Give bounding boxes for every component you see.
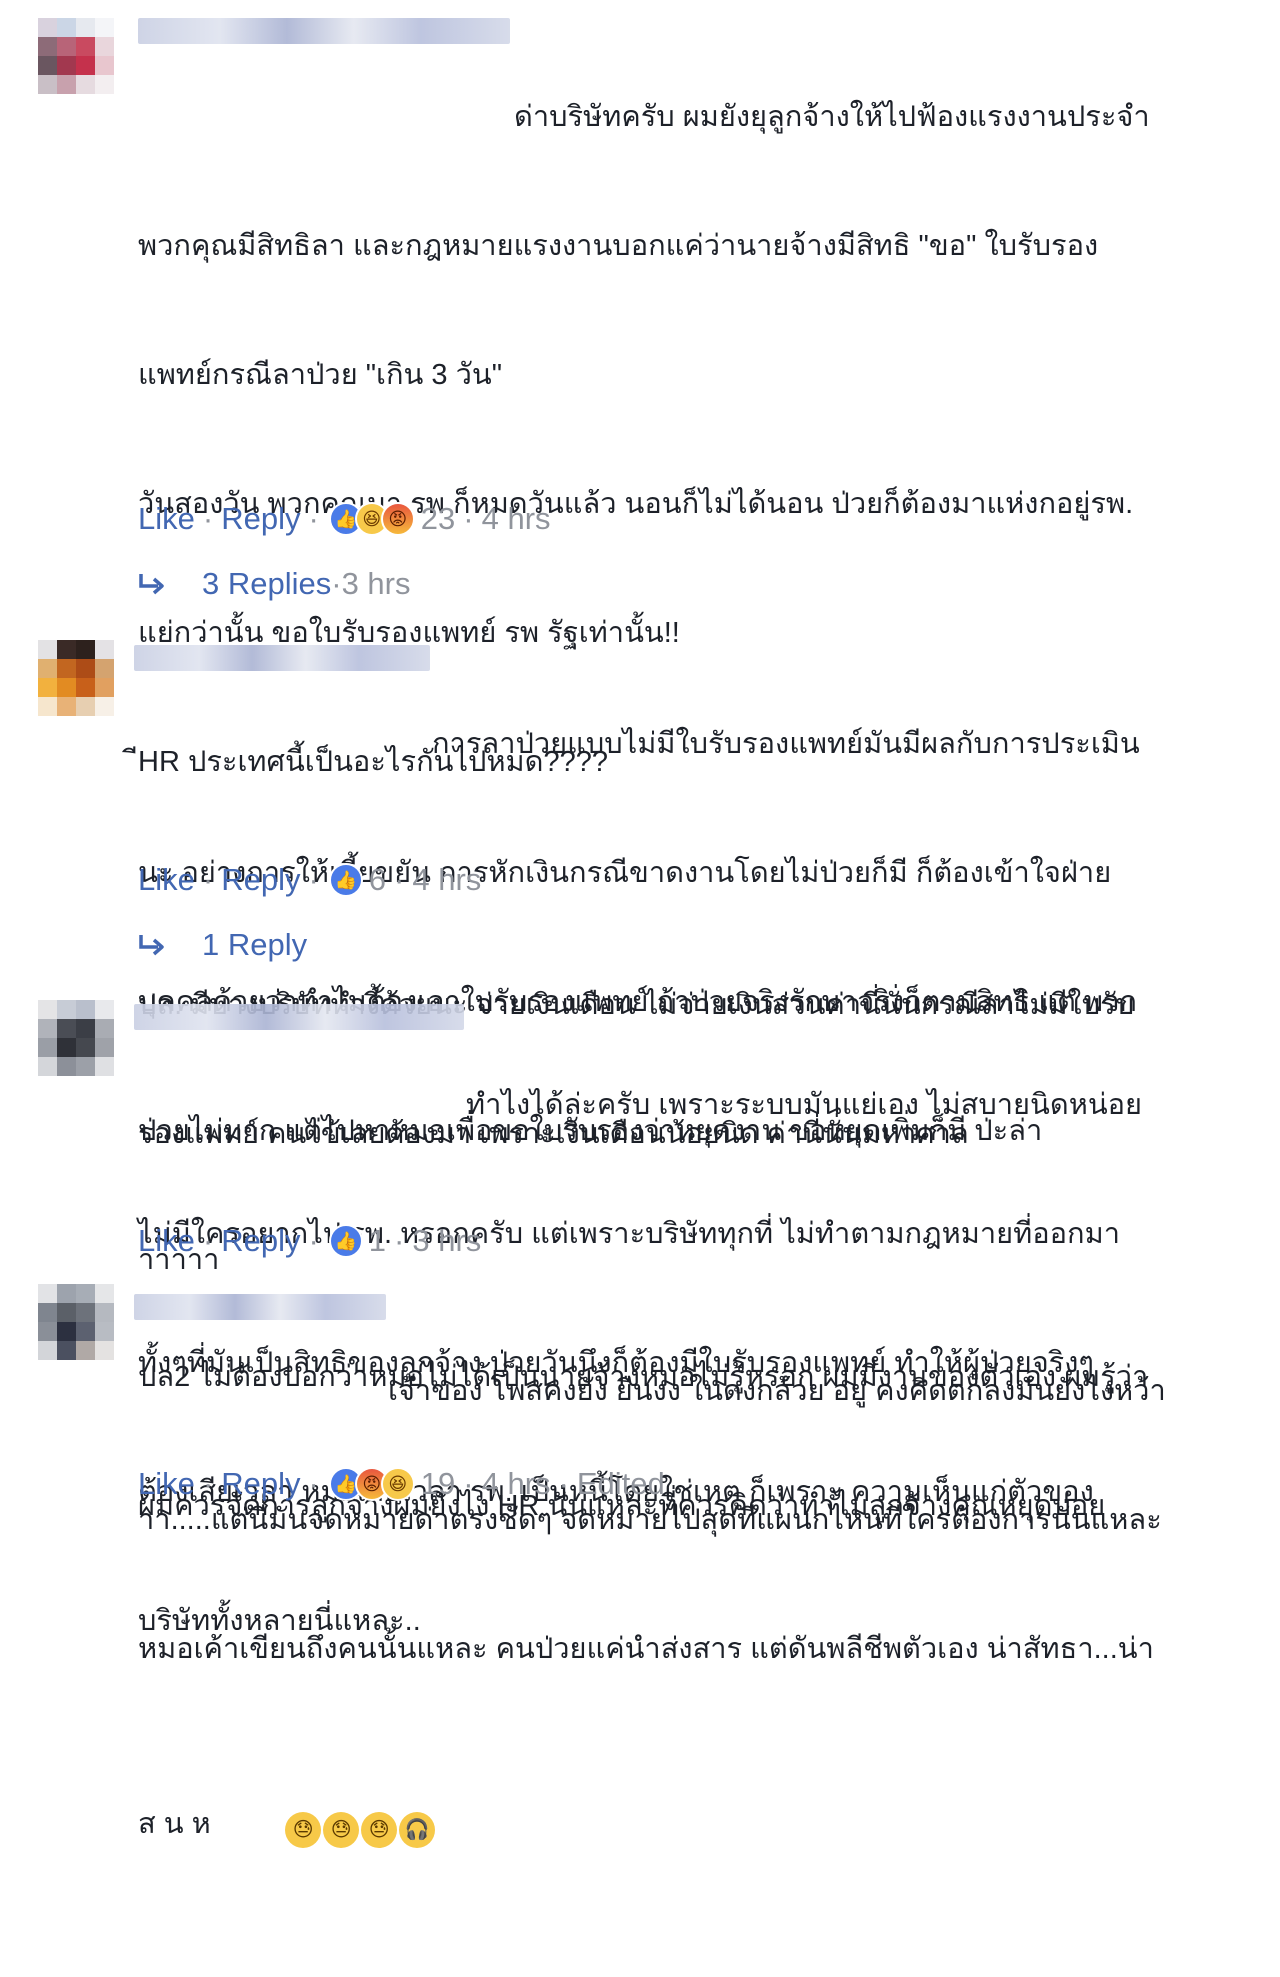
reaction-count[interactable]: 1 <box>369 1221 386 1261</box>
avatar[interactable] <box>38 640 114 716</box>
like-button[interactable]: Like <box>138 1221 195 1261</box>
thumbs-up-icon: 👍 <box>328 863 363 897</box>
avatar[interactable] <box>38 1284 114 1360</box>
timestamp[interactable]: 4 hrs <box>482 499 551 539</box>
timestamp[interactable]: 4 hrs <box>482 1464 551 1504</box>
downcast-sweat-face-icon: 😓 <box>323 1812 360 1848</box>
like-button[interactable]: Like <box>138 860 195 900</box>
reactions-summary[interactable]: 👍 😡 😆 <box>328 1467 415 1501</box>
headphones-icon: 🎧 <box>399 1812 436 1848</box>
view-replies-link[interactable]: 1 Reply <box>202 925 307 965</box>
angry-face-icon: 😡 <box>380 502 415 536</box>
comment-actions: Like · Reply · 👍 6 · 4 hrs <box>138 860 481 900</box>
laughing-face-icon: 😆 <box>380 1467 415 1501</box>
comment-actions: Like · Reply · 👍 😆 😡 23 · 4 hrs <box>138 499 551 539</box>
reply-button[interactable]: Reply <box>221 1464 300 1504</box>
reply-button[interactable]: Reply <box>221 860 300 900</box>
thumbs-up-icon: 👍 <box>328 1224 363 1258</box>
like-button[interactable]: Like <box>138 499 195 539</box>
reactions-summary[interactable]: 👍 😆 😡 <box>328 502 415 536</box>
reply-arrow-icon <box>139 574 164 595</box>
comment-actions: Like · Reply · 👍 1 · 3 hrs <box>138 1221 481 1261</box>
reply-arrow-icon <box>139 935 164 956</box>
reaction-count[interactable]: 6 <box>369 860 386 900</box>
reaction-count[interactable]: 23 <box>421 499 455 539</box>
replies-row[interactable]: 3 Replies · 3 hrs <box>138 564 411 604</box>
avatar[interactable] <box>38 1000 114 1076</box>
reactions-summary[interactable]: 👍 <box>328 1224 363 1258</box>
avatar[interactable] <box>38 18 114 94</box>
reaction-count[interactable]: 19 <box>421 1464 455 1504</box>
timestamp[interactable]: 3 hrs <box>412 1221 481 1261</box>
comment-text: เจ้าของ โพสคงยัง ยืนงง ในดงกล้วย อยู่ คง… <box>138 1284 1218 1977</box>
reply-button[interactable]: Reply <box>221 1221 300 1261</box>
reply-button[interactable]: Reply <box>221 499 300 539</box>
downcast-sweat-face-icon: 😓 <box>361 1812 398 1848</box>
view-replies-link[interactable]: 3 Replies <box>202 564 331 604</box>
emoji-sequence: 😓 😓 😓 🎧 <box>221 1757 437 1891</box>
reply-timestamp: 3 hrs <box>341 566 411 601</box>
like-button[interactable]: Like <box>138 1464 195 1504</box>
edited-label[interactable]: Edited <box>577 1464 665 1504</box>
replies-row[interactable]: 1 Reply <box>138 925 307 965</box>
reactions-summary[interactable]: 👍 <box>328 863 363 897</box>
downcast-sweat-face-icon: 😓 <box>285 1812 322 1848</box>
timestamp[interactable]: 4 hrs <box>412 860 481 900</box>
comment-actions: Like · Reply · 👍 😡 😆 19 · 4 hrs · Edited <box>138 1464 665 1504</box>
